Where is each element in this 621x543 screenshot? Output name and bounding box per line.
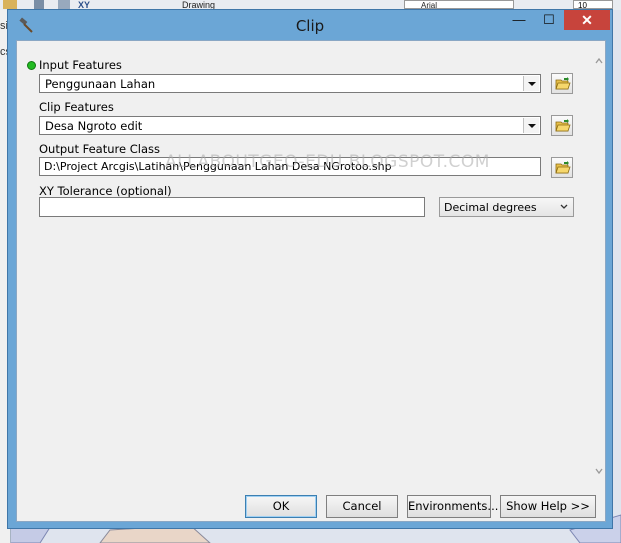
vertical-scrollbar[interactable]: [593, 55, 605, 477]
show-help-button[interactable]: Show Help >>: [500, 495, 596, 518]
open-folder-icon: [555, 77, 571, 90]
clip-features-combo[interactable]: Desa Ngroto edit: [39, 116, 541, 135]
scroll-down-icon[interactable]: [595, 467, 603, 475]
xy-tolerance-unit-value: Decimal degrees: [444, 201, 537, 214]
xy-tolerance-field[interactable]: [39, 197, 425, 217]
clip-dialog: Clip — ☐ ✕ Input Features Penggunaan Lah…: [7, 9, 613, 529]
input-features-value: Penggunaan Lahan: [45, 77, 156, 91]
toolbar-font-size[interactable]: 10: [573, 0, 613, 10]
output-feature-class-value: D:\Project Arcgis\Latihan\Penggunaan Lah…: [44, 160, 392, 173]
input-features-combo[interactable]: Penggunaan Lahan: [39, 74, 541, 93]
xy-icon: XY: [78, 0, 91, 10]
toolbar-icon: [3, 0, 17, 9]
cancel-button[interactable]: Cancel: [326, 495, 398, 518]
xy-tolerance-unit-select[interactable]: Decimal degrees: [439, 197, 574, 217]
close-button[interactable]: ✕: [564, 10, 610, 30]
chevron-down-icon[interactable]: [523, 76, 539, 91]
dialog-body: Input Features Penggunaan Lahan Clip Fea…: [16, 40, 606, 522]
chevron-down-icon[interactable]: [523, 118, 539, 133]
toolbar-icon: [34, 0, 44, 9]
minimize-button[interactable]: —: [504, 10, 534, 30]
open-folder-icon: [555, 119, 571, 132]
xy-tolerance-label: XY Tolerance (optional): [39, 184, 172, 198]
output-feature-class-browse-button[interactable]: [551, 157, 573, 178]
input-features-label: Input Features: [39, 58, 122, 72]
scroll-up-icon[interactable]: [595, 57, 603, 65]
output-feature-class-field[interactable]: D:\Project Arcgis\Latihan\Penggunaan Lah…: [39, 157, 541, 176]
clip-features-value: Desa Ngroto edit: [45, 119, 143, 133]
toolbar-drawing-label[interactable]: Drawing: [182, 0, 215, 10]
environments-button[interactable]: Environments...: [407, 495, 498, 518]
input-features-browse-button[interactable]: [551, 73, 573, 94]
clip-features-label: Clip Features: [39, 100, 114, 114]
maximize-button[interactable]: ☐: [534, 10, 564, 30]
ok-button[interactable]: OK: [245, 495, 317, 518]
required-indicator-icon: [27, 61, 36, 70]
chevron-down-icon: [560, 204, 568, 209]
toolbar-icon: [58, 0, 70, 9]
output-feature-class-label: Output Feature Class: [39, 142, 160, 156]
open-folder-icon: [555, 161, 571, 174]
toolbar-font-name[interactable]: Arial: [404, 0, 514, 10]
clip-features-browse-button[interactable]: [551, 115, 573, 136]
title-bar[interactable]: Clip — ☐ ✕: [8, 10, 612, 40]
